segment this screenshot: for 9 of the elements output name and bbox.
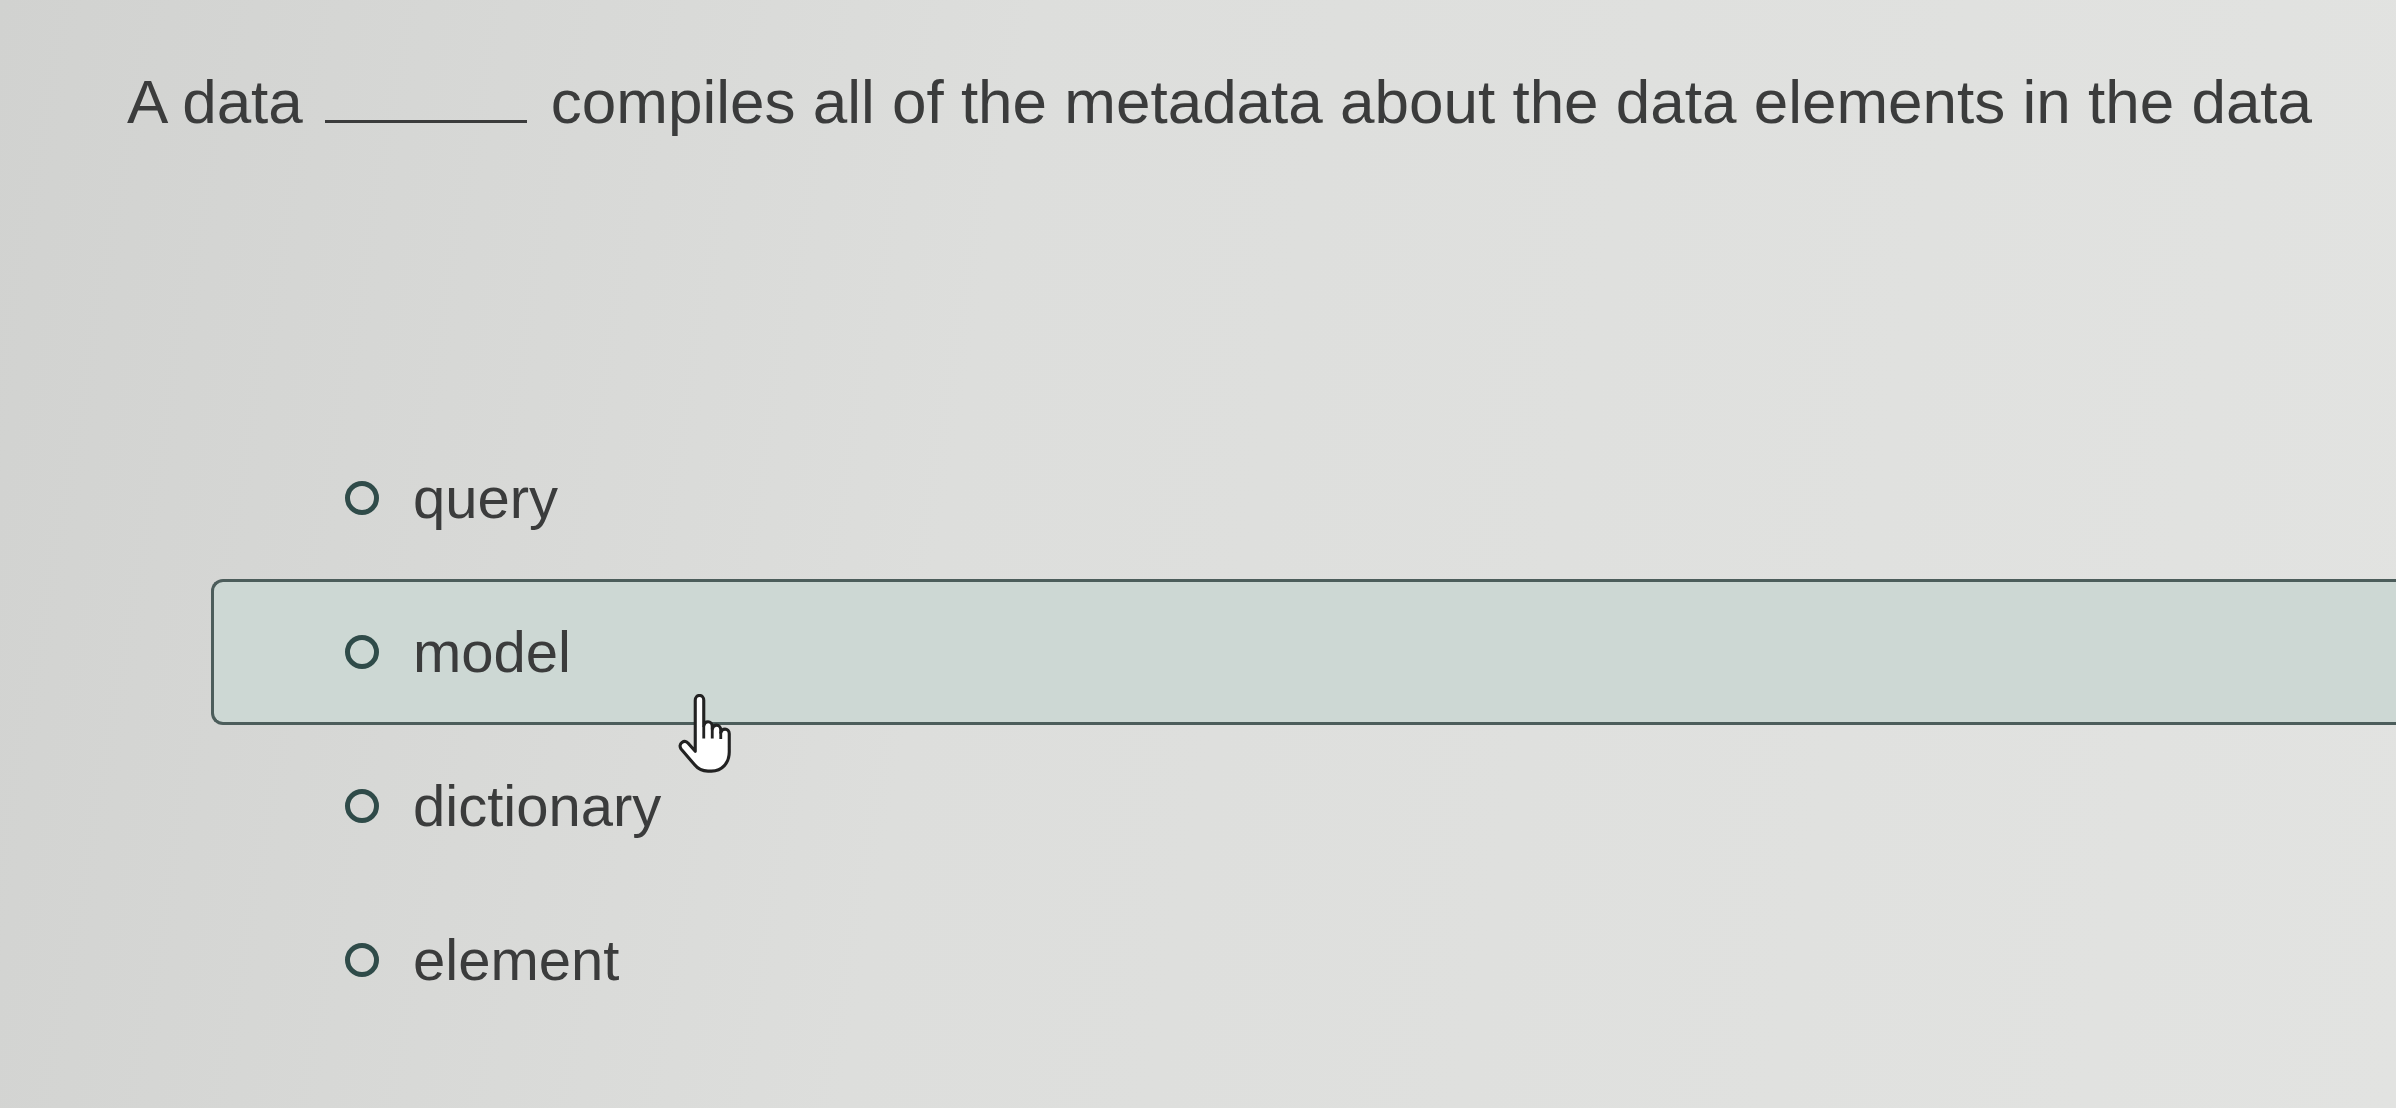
question-text: A data	[127, 66, 303, 138]
answer-option[interactable]: query	[345, 464, 559, 532]
radio-button[interactable]	[345, 481, 379, 516]
answer-option[interactable]: dictionary	[345, 772, 662, 840]
question-text: compiles all of the metadata about the data elements in the data	[550, 66, 2313, 138]
radio-button[interactable]	[345, 635, 379, 670]
answer-option[interactable]: element	[345, 926, 620, 994]
radio-button[interactable]	[345, 789, 379, 824]
radio-button[interactable]	[345, 943, 379, 978]
